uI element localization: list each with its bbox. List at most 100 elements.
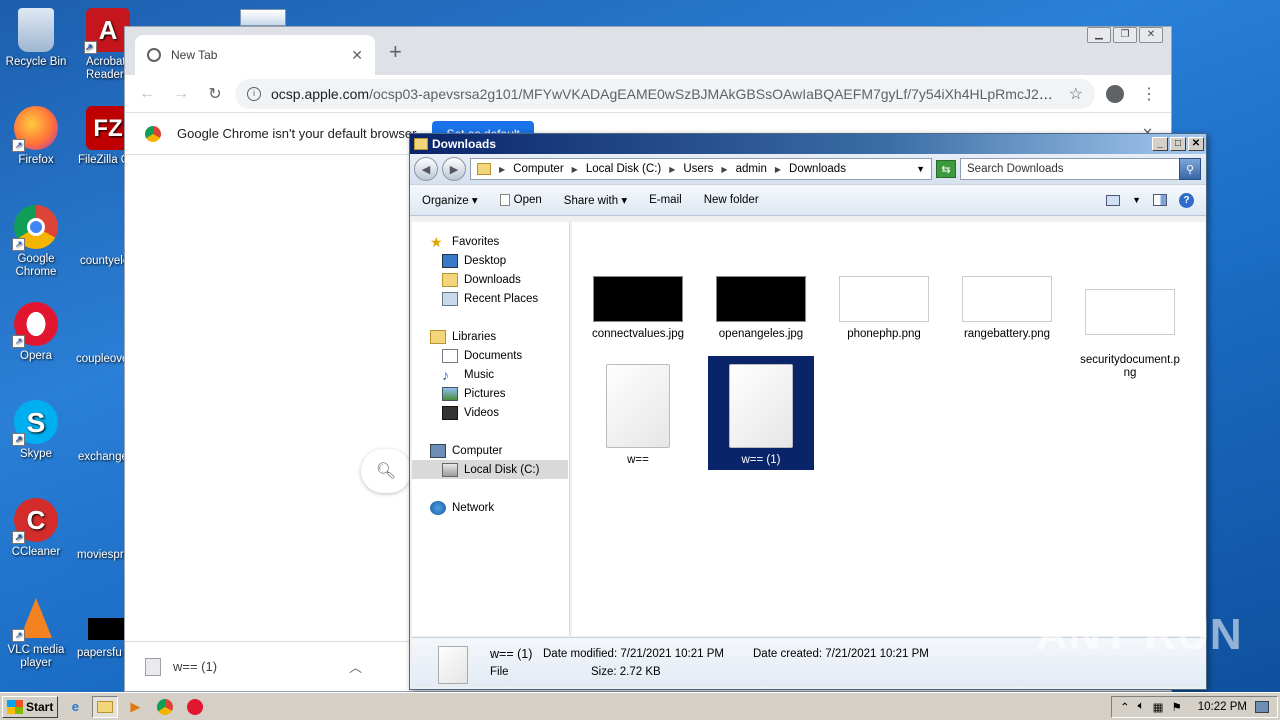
profile-icon[interactable] (1101, 80, 1129, 108)
nav-recent-places[interactable]: Recent Places (442, 289, 538, 308)
modified-value: 7/21/2021 10:21 PM (620, 648, 724, 660)
ie-icon[interactable]: e (62, 696, 88, 718)
start-button[interactable]: Start (2, 695, 59, 718)
globe-icon (147, 48, 161, 62)
nav-pictures[interactable]: Pictures (442, 384, 506, 403)
email-button[interactable]: E-mail (649, 194, 682, 206)
share-with-button[interactable]: Share with ▾ (564, 193, 627, 207)
chevron-up-icon[interactable]: ︿ (349, 657, 362, 676)
desktop-doc-icon[interactable] (240, 9, 286, 26)
show-desktop-icon[interactable] (1255, 700, 1269, 713)
nav-computer[interactable]: Computer (430, 441, 503, 460)
chrome-taskbar-icon[interactable] (152, 696, 178, 718)
forward-icon[interactable]: → (167, 80, 195, 108)
back-icon[interactable]: ← (133, 80, 161, 108)
flag-icon[interactable]: ⚑ (1171, 700, 1181, 714)
view-icon[interactable] (1106, 194, 1121, 206)
desktop-icon-firefox[interactable]: ↗ Firefox (0, 106, 72, 167)
minimize-icon[interactable]: _ (1152, 137, 1168, 151)
file-item[interactable]: w== (586, 364, 690, 467)
breadcrumb[interactable]: ▶ Computer ▶ Local Disk (C:) ▶ Users ▶ admi… (470, 158, 932, 180)
tab-strip: New Tab ✕ + ▁ ❐ ✕ (125, 27, 1171, 75)
breadcrumb-item[interactable]: Downloads (789, 163, 846, 175)
network-tray-icon[interactable]: ▦ (1153, 700, 1164, 714)
desktop-icon-chrome[interactable]: ↗ Google Chrome (0, 205, 72, 279)
breadcrumb-item[interactable]: Local Disk (C:) (586, 163, 661, 175)
star-icon[interactable]: ☆ (1069, 84, 1083, 104)
desktop-icon-coupleove[interactable]: coupleove (76, 353, 124, 365)
chevron-down-icon[interactable]: ▼ (1132, 195, 1141, 205)
desktop-icon-skype[interactable]: S ↗ Skype (0, 400, 72, 461)
desktop-icon-moviespr[interactable]: moviespr (77, 549, 124, 561)
forward-icon[interactable]: ▶ (442, 157, 466, 181)
nav-favorites[interactable]: ★ Favorites (430, 232, 499, 251)
desktop-icon-label: CCleaner (11, 546, 61, 558)
breadcrumb-item[interactable]: Users (683, 163, 713, 175)
media-player-icon[interactable]: ▶ (122, 696, 148, 718)
nav-videos[interactable]: Videos (442, 403, 499, 422)
file-item[interactable]: securitydocument.p ng (1078, 276, 1182, 380)
desktop-icon-label: Opera (20, 350, 52, 362)
minimize-icon[interactable]: ▁ (1087, 27, 1111, 43)
tray-expand-icon[interactable]: ⌃ (1120, 700, 1130, 714)
breadcrumb-item[interactable]: admin (736, 163, 767, 175)
desktop-icon-vlc[interactable]: ↗ VLC media player (0, 596, 72, 670)
nav-libraries[interactable]: Libraries (430, 327, 496, 346)
desktop-icon-opera[interactable]: ↗ Opera (0, 302, 72, 363)
new-tab-icon[interactable]: + (389, 39, 402, 65)
volume-icon[interactable]: 🔈︎ (1138, 700, 1145, 713)
search-icon[interactable]: ⚲ (1179, 158, 1201, 180)
nav-documents[interactable]: Documents (442, 346, 522, 365)
nav-network[interactable]: Network (430, 498, 494, 517)
reload-icon[interactable]: ↻ (201, 80, 229, 108)
preview-pane-icon[interactable] (1153, 194, 1167, 206)
blank-file-icon (729, 364, 793, 448)
organize-label: Organize (422, 195, 469, 207)
close-icon[interactable]: ✕ (1188, 137, 1204, 151)
explorer-address-row: ◀ ▶ ▶ Computer ▶ Local Disk (C:) ▶ Users ▶ … (410, 154, 1206, 184)
file-item[interactable]: phonephp.png (832, 276, 936, 341)
nav-music[interactable]: ♪ Music (442, 365, 494, 384)
address-bar[interactable]: i ocsp.apple.com/ocsp03-apevsrsa2g101/MF… (235, 78, 1095, 109)
new-folder-button[interactable]: New folder (704, 194, 759, 206)
desktop-icon-recycle-bin[interactable]: Recycle Bin (0, 8, 72, 69)
download-item-name[interactable]: w== (1) (173, 659, 217, 674)
desktop-icon-exchange[interactable]: exchange (78, 451, 124, 463)
explorer-taskbar-icon[interactable] (92, 695, 119, 718)
desktop-icon-papersfu[interactable]: papersfu (77, 647, 124, 659)
clock[interactable]: 10:22 PM (1198, 701, 1247, 713)
close-tab-icon[interactable]: ✕ (351, 47, 363, 64)
desktop-icon-filezilla[interactable]: FZ FileZilla C (78, 106, 128, 167)
file-item[interactable]: connectvalues.jpg (586, 276, 690, 341)
back-icon[interactable]: ◀ (414, 157, 438, 181)
desktop-icon-label: VLC media player (7, 644, 65, 669)
file-item[interactable]: rangebattery.png (955, 276, 1059, 341)
tab-new-tab[interactable]: New Tab ✕ (135, 35, 375, 75)
nav-local-disk[interactable]: Local Disk (C:) (412, 460, 568, 479)
menu-icon[interactable]: ⋮ (1135, 80, 1163, 108)
file-item[interactable]: openangeles.jpg (709, 276, 813, 341)
computer-icon (430, 443, 446, 458)
breadcrumb-item[interactable]: Computer (513, 163, 564, 175)
desktop-icon-ccleaner[interactable]: C ↗ CCleaner (0, 498, 72, 559)
chevron-down-icon[interactable]: ▼ (916, 164, 925, 174)
organize-button[interactable]: Organize ▾ (422, 193, 478, 207)
search-downloads-input[interactable]: Search Downloads ⚲ (960, 158, 1201, 180)
nav-downloads[interactable]: Downloads (442, 270, 521, 289)
restore-icon[interactable]: ❐ (1113, 27, 1137, 43)
navigation-pane: ★ Favorites Desktop Downloads Recent Plac… (412, 222, 570, 636)
desktop-icon-countyele[interactable]: countyele (80, 255, 124, 267)
help-icon[interactable]: ? (1179, 192, 1194, 208)
ntp-search-button[interactable]: 🔍︎ (361, 449, 411, 493)
nav-desktop[interactable]: Desktop (442, 251, 506, 270)
blank-file-icon (438, 646, 468, 684)
open-button[interactable]: Open (499, 193, 542, 206)
refresh-icon[interactable]: ⇆ (936, 160, 956, 178)
drive-icon (442, 462, 458, 477)
opera-taskbar-icon[interactable] (182, 696, 208, 718)
explorer-title: Downloads (432, 137, 497, 151)
file-item-selected[interactable]: w== (1) (708, 356, 814, 470)
nav-label: Downloads (464, 273, 521, 286)
maximize-icon[interactable]: □ (1170, 137, 1186, 151)
close-window-icon[interactable]: ✕ (1139, 27, 1163, 43)
